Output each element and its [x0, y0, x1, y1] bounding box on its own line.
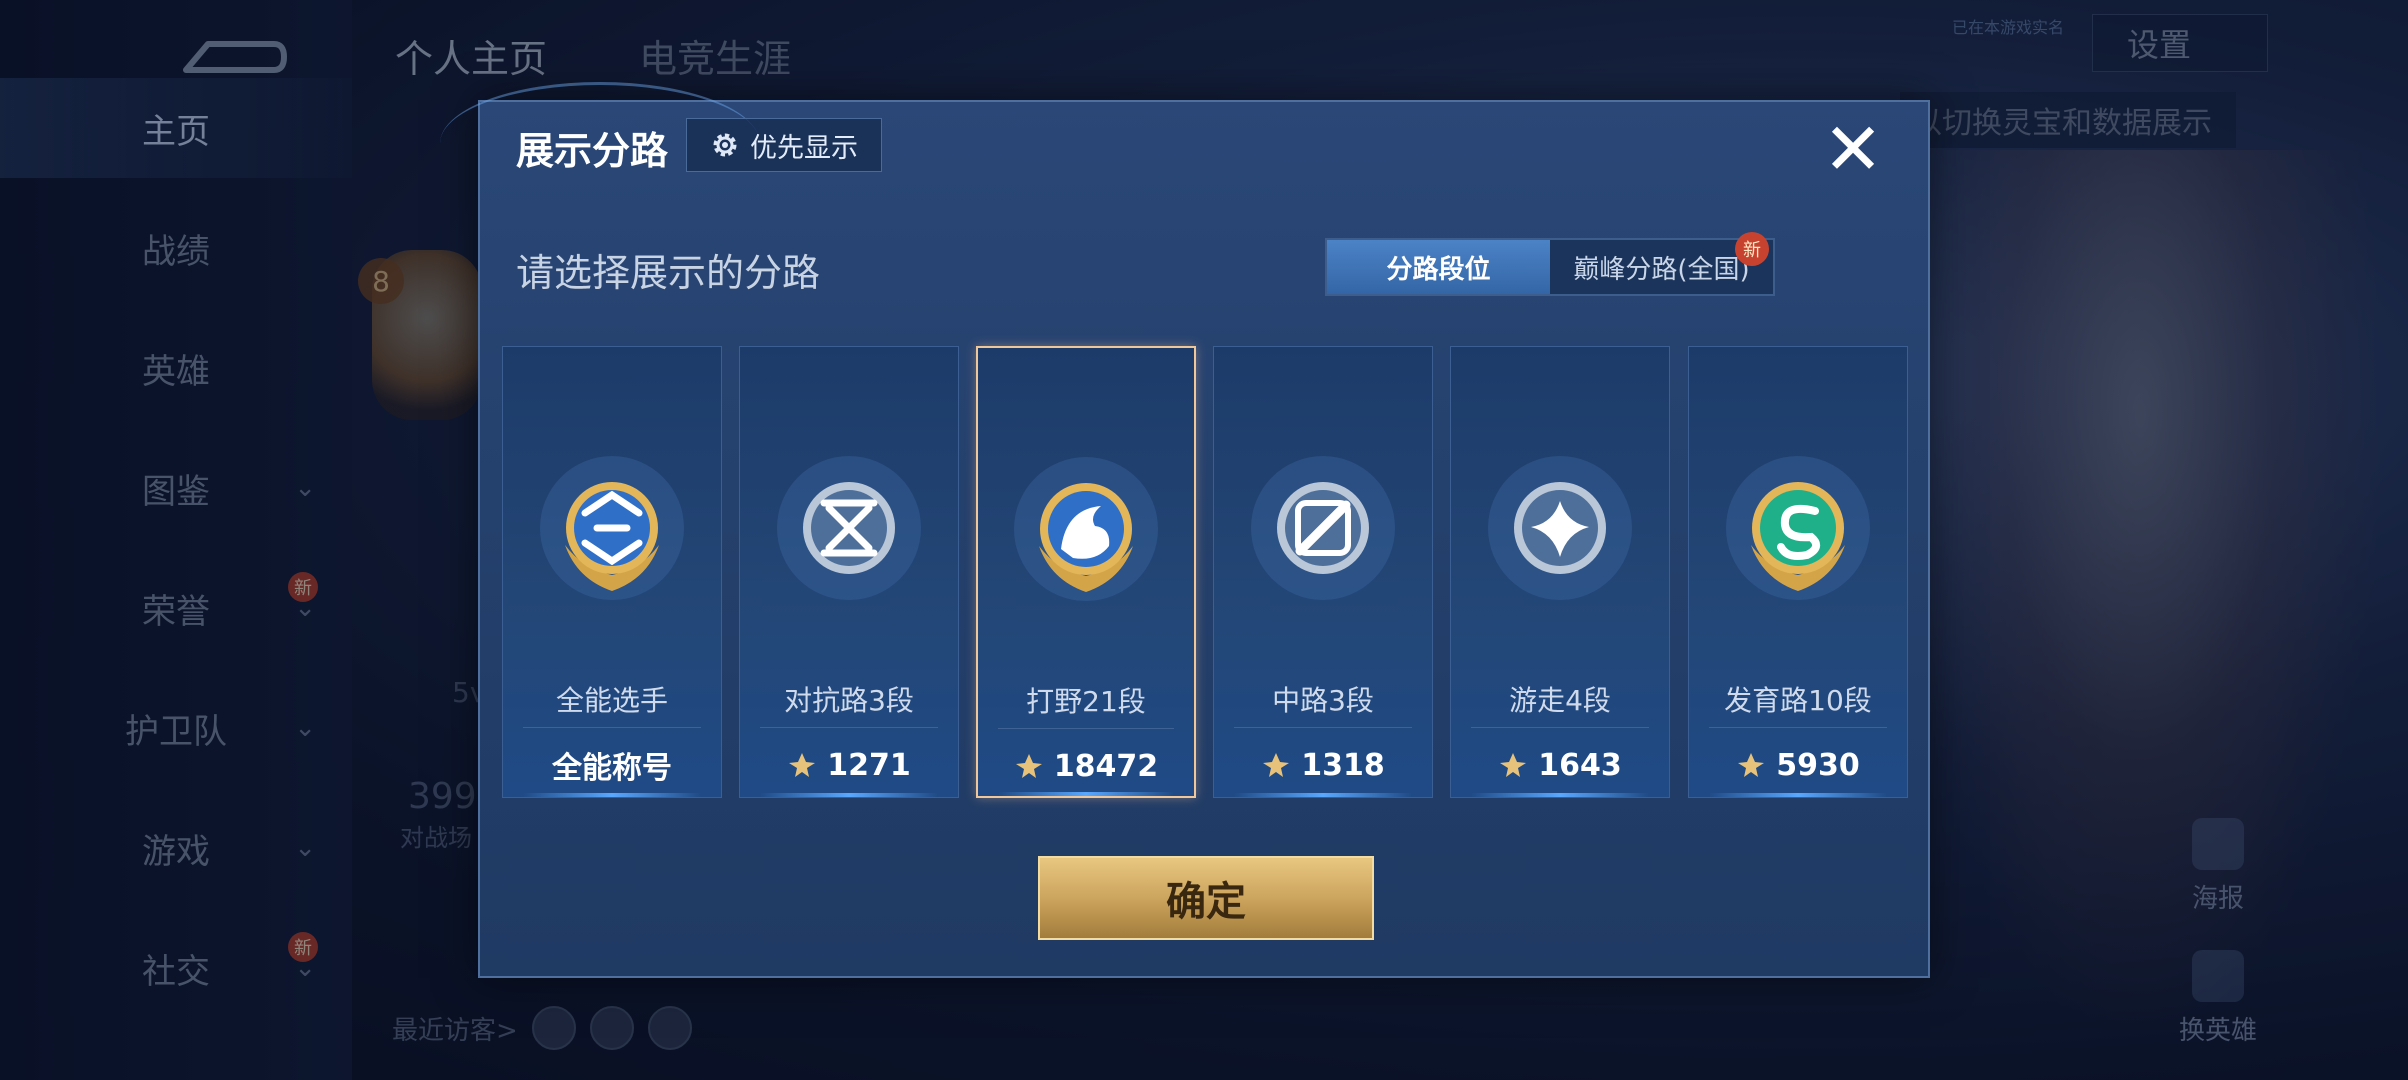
confirm-label: 确定 — [1166, 879, 1246, 925]
card-glow — [998, 792, 1174, 796]
allround-emblem-icon — [540, 456, 684, 600]
new-badge: 新 — [1735, 232, 1769, 266]
tab-lane-rank[interactable]: 分路段位 — [1327, 240, 1550, 294]
lane-card-list: 全能选手 全能称号 对抗路3段 1271 打野21段 18472 中路3段 1318 游走4段 1… — [502, 346, 1910, 798]
tab-peak-lane-label: 巅峰分路(全国) — [1573, 254, 1750, 285]
card-glow — [760, 793, 938, 797]
gear-icon — [713, 133, 737, 157]
close-icon[interactable]: ✕ — [1818, 113, 1888, 185]
lane-score: 5930 — [1689, 743, 1907, 787]
lane-score-value: 1643 — [1538, 747, 1622, 783]
divider — [523, 727, 701, 728]
card-glow — [523, 793, 701, 797]
roam-emblem-icon — [1488, 456, 1632, 600]
card-glow — [1471, 793, 1649, 797]
lane-score: 1318 — [1214, 743, 1432, 787]
lane-score-value: 18472 — [1053, 748, 1159, 784]
confirm-button[interactable]: 确定 — [1038, 856, 1374, 940]
farm-emblem-icon — [1726, 456, 1870, 600]
card-glow — [1234, 793, 1412, 797]
divider — [1471, 727, 1649, 728]
lane-display-dialog: 展示分路 优先显示 ✕ 请选择展示的分路 分路段位 巅峰分路(全国) 新 全能选… — [440, 82, 1930, 978]
card-glow — [1709, 793, 1887, 797]
lane-card-jungle[interactable]: 打野21段 18472 — [976, 346, 1196, 798]
divider — [998, 728, 1174, 729]
lane-rank-label: 对抗路3段 — [784, 684, 914, 717]
tab-peak-lane[interactable]: 巅峰分路(全国) 新 — [1550, 232, 1773, 294]
power-icon — [1738, 753, 1765, 777]
jungle-emblem-icon — [1014, 457, 1158, 601]
lane-rank-label: 全能选手 — [555, 684, 668, 717]
power-icon — [1263, 753, 1290, 777]
lane-score: 1643 — [1451, 743, 1669, 787]
lane-card-mid[interactable]: 中路3段 1318 — [1213, 346, 1433, 798]
divider — [1709, 727, 1887, 728]
dialog-subtitle: 请选择展示的分路 — [516, 251, 821, 295]
dialog-title: 展示分路 — [516, 129, 669, 173]
lane-score: 全能称号 — [503, 743, 721, 787]
lane-score-value: 5930 — [1776, 747, 1860, 783]
lane-rank-label: 中路3段 — [1272, 684, 1374, 717]
lane-card-farm[interactable]: 发育路10段 5930 — [1688, 346, 1908, 798]
power-icon — [789, 753, 816, 777]
clash-emblem-icon — [777, 456, 921, 600]
mid-emblem-icon — [1251, 456, 1395, 600]
lane-score: 18472 — [978, 744, 1194, 788]
lane-card-clash[interactable]: 对抗路3段 1271 — [739, 346, 959, 798]
lane-score: 1271 — [740, 743, 958, 787]
priority-display-label: 优先显示 — [750, 132, 858, 164]
lane-rank-label: 打野21段 — [1026, 685, 1146, 718]
priority-display-button[interactable]: 优先显示 — [686, 118, 882, 172]
tab-lane-rank-label: 分路段位 — [1386, 254, 1491, 285]
lane-card-roam[interactable]: 游走4段 1643 — [1450, 346, 1670, 798]
power-icon — [1015, 754, 1042, 778]
power-icon — [1500, 753, 1527, 777]
divider — [760, 727, 938, 728]
lane-score-value: 1271 — [827, 747, 911, 783]
divider — [1234, 727, 1412, 728]
lane-score-value: 全能称号 — [552, 751, 672, 786]
lane-score-value: 1318 — [1301, 747, 1385, 783]
lane-rank-label: 游走4段 — [1509, 684, 1611, 717]
rank-mode-toggle: 分路段位 巅峰分路(全国) 新 — [1325, 232, 1775, 296]
lane-card-allround[interactable]: 全能选手 全能称号 — [502, 346, 722, 798]
lane-rank-label: 发育路10段 — [1724, 684, 1872, 717]
